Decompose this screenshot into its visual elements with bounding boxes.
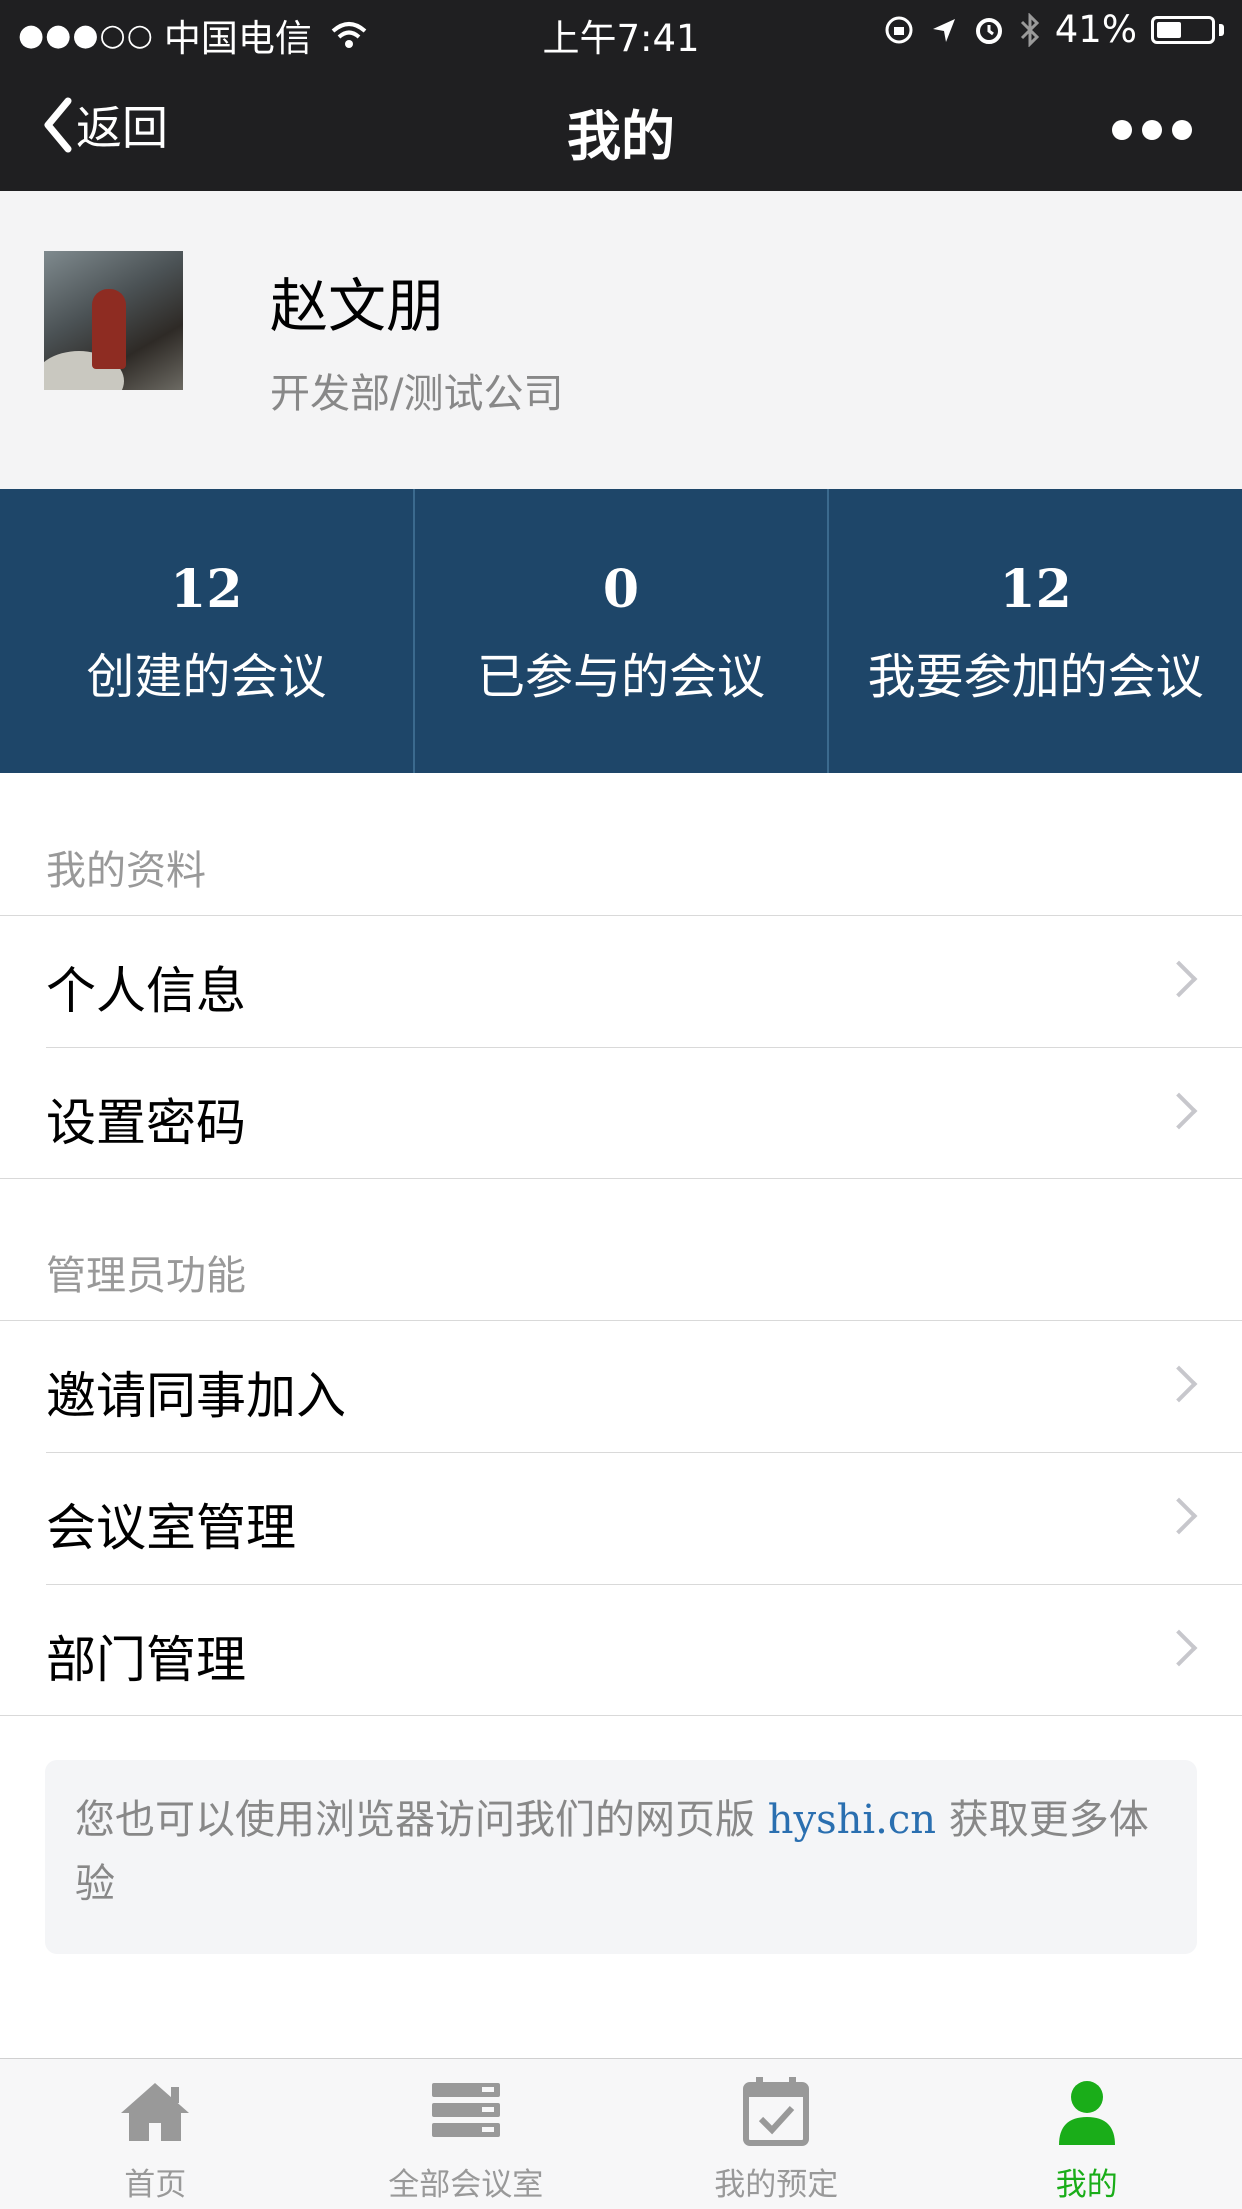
web-version-notice: 您也可以使用浏览器访问我们的网页版 hyshi.cn 获取更多体验: [45, 1760, 1197, 1954]
chevron-right-icon: [1161, 961, 1198, 998]
rotation-lock-icon: [883, 14, 915, 46]
status-right: 41%: [883, 8, 1224, 51]
stat-value: 12: [829, 559, 1242, 620]
profile-name: 赵文朋: [270, 259, 444, 343]
tab-label: 我的预定: [621, 2159, 932, 2204]
section-title-admin: 管理员功能: [46, 1243, 246, 1301]
menu-item-label: 会议室管理: [46, 1488, 296, 1560]
menu-item-department-management[interactable]: 部门管理: [0, 1584, 1242, 1716]
stat-label: 我要参加的会议: [829, 637, 1242, 707]
tab-me[interactable]: 我的: [932, 2059, 1242, 2209]
stat-label: 创建的会议: [0, 637, 413, 707]
tab-bar: 首页 全部会议室 我的预定 我的: [0, 2058, 1242, 2209]
more-dot: [1142, 120, 1162, 140]
menu-item-room-management[interactable]: 会议室管理: [0, 1452, 1242, 1584]
divider: [0, 1715, 1242, 1716]
more-button[interactable]: [1112, 120, 1192, 140]
stat-label: 已参与的会议: [415, 637, 828, 707]
chevron-right-icon: [1161, 1093, 1198, 1130]
battery-icon: [1151, 16, 1215, 44]
menu-item-label: 设置密码: [46, 1083, 246, 1155]
menu-item-label: 个人信息: [46, 951, 246, 1023]
more-dot: [1172, 120, 1192, 140]
location-icon: [929, 15, 959, 45]
server-icon: [426, 2077, 506, 2147]
tab-my-bookings[interactable]: 我的预定: [621, 2059, 932, 2209]
stat-value: 12: [0, 559, 413, 620]
web-version-link[interactable]: hyshi.cn: [768, 1797, 936, 1843]
profile-department: 开发部/测试公司: [270, 361, 563, 419]
nav-bar: 返回 我的: [0, 62, 1242, 191]
tab-label: 首页: [0, 2159, 311, 2204]
menu-item-invite-colleague[interactable]: 邀请同事加入: [0, 1320, 1242, 1452]
avatar[interactable]: [44, 251, 183, 390]
calendar-check-icon: [736, 2077, 816, 2147]
chevron-right-icon: [1161, 1498, 1198, 1535]
menu-item-set-password[interactable]: 设置密码: [0, 1047, 1242, 1179]
chevron-right-icon: [1161, 1630, 1198, 1667]
stat-created-meetings[interactable]: 12 创建的会议: [0, 489, 415, 773]
bluetooth-icon: [1019, 13, 1041, 47]
menu-item-personal-info[interactable]: 个人信息: [0, 915, 1242, 1047]
battery-tip: [1219, 24, 1224, 36]
tab-all-rooms[interactable]: 全部会议室: [311, 2059, 622, 2209]
battery-percent: 41%: [1055, 8, 1137, 51]
home-icon: [115, 2077, 195, 2147]
more-dot: [1112, 120, 1132, 140]
menu-item-label: 邀请同事加入: [46, 1356, 346, 1428]
meeting-stats: 12 创建的会议 0 已参与的会议 12 我要参加的会议: [0, 489, 1242, 773]
notice-text: 您也可以使用浏览器访问我们的网页版: [75, 1797, 755, 1843]
avatar-figure: [92, 289, 126, 369]
alarm-icon: [973, 14, 1005, 46]
stat-upcoming-meetings[interactable]: 12 我要参加的会议: [829, 489, 1242, 773]
stat-value: 0: [415, 559, 828, 620]
menu-item-label: 部门管理: [46, 1620, 246, 1692]
section-title-profile: 我的资料: [46, 838, 206, 896]
battery-fill: [1157, 22, 1181, 38]
chevron-right-icon: [1161, 1366, 1198, 1403]
user-icon: [1047, 2077, 1127, 2147]
tab-label: 我的: [932, 2159, 1242, 2204]
stat-attended-meetings[interactable]: 0 已参与的会议: [415, 489, 830, 773]
status-bar: ●●●○○ 中国电信 上午7:41 41%: [0, 0, 1242, 62]
tab-label: 全部会议室: [311, 2159, 622, 2204]
page-title: 我的: [0, 92, 1242, 171]
profile-header: 赵文朋 开发部/测试公司: [0, 191, 1242, 489]
divider: [0, 1178, 1242, 1179]
tab-home[interactable]: 首页: [0, 2059, 311, 2209]
